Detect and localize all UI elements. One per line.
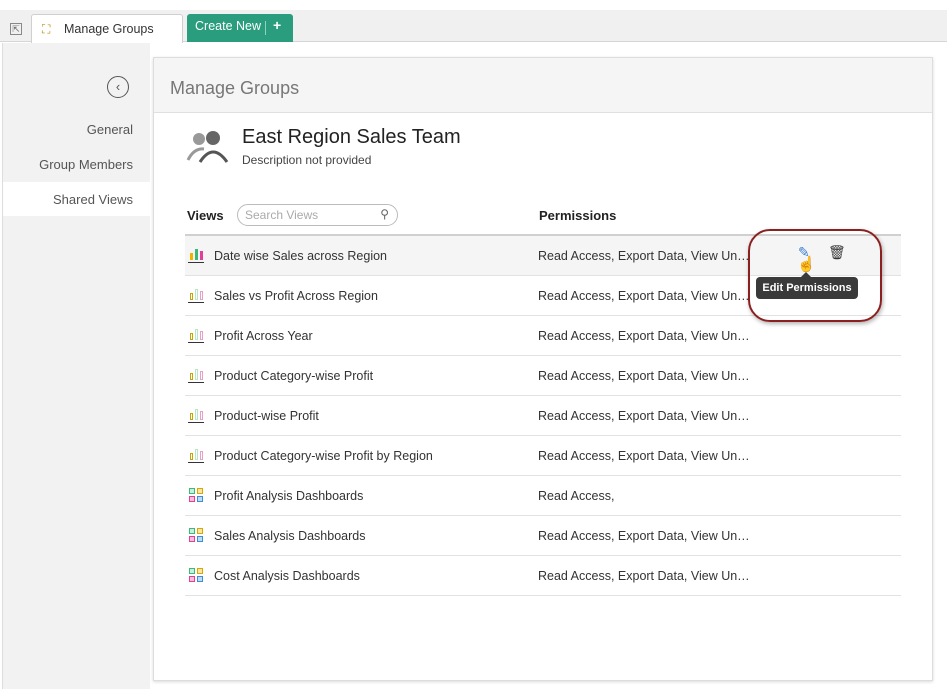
table-row[interactable]: Cost Analysis Dashboards Read Access, Ex…	[185, 556, 901, 596]
search-icon[interactable]: ⚲	[380, 207, 389, 221]
sidebar-item-general[interactable]: General	[87, 122, 133, 137]
table-row[interactable]: Profit Analysis Dashboards Read Access,	[185, 476, 901, 516]
chart-icon	[188, 288, 204, 303]
restore-icon[interactable]: ⇱	[10, 23, 22, 35]
add-dropdown-icon[interactable]: +	[273, 17, 281, 33]
groups-icon: ⛶	[42, 22, 51, 36]
view-name[interactable]: Date wise Sales across Region	[214, 249, 387, 263]
view-permissions: Read Access, Export Data, View Un…	[538, 249, 750, 263]
table-row[interactable]: Sales Analysis Dashboards Read Access, E…	[185, 516, 901, 556]
back-icon[interactable]: ‹	[107, 76, 129, 98]
delete-icon[interactable]: 🗑	[828, 244, 846, 261]
dashboard-icon	[188, 488, 204, 503]
create-new-label: Create New	[195, 19, 261, 33]
sidebar-item-group-members[interactable]: Group Members	[39, 157, 133, 172]
dashboard-icon	[188, 568, 204, 583]
panel-title: Manage Groups	[154, 58, 932, 113]
chart-icon	[188, 448, 204, 463]
tab-manage-groups[interactable]: ⛶ Manage Groups	[31, 14, 183, 43]
table-row[interactable]: Product-wise Profit Read Access, Export …	[185, 396, 901, 436]
highlight-callout	[748, 229, 882, 322]
view-name[interactable]: Product-wise Profit	[214, 409, 319, 423]
view-name[interactable]: Profit Across Year	[214, 329, 313, 343]
views-header: Views	[187, 208, 224, 223]
chart-icon	[188, 248, 204, 263]
view-name[interactable]: Profit Analysis Dashboards	[214, 489, 363, 503]
view-name[interactable]: Product Category-wise Profit	[214, 369, 373, 383]
view-name[interactable]: Product Category-wise Profit by Region	[214, 449, 433, 463]
view-name[interactable]: Cost Analysis Dashboards	[214, 569, 360, 583]
cursor-hand-icon: ☝	[797, 256, 816, 273]
divider	[265, 21, 266, 35]
search-placeholder: Search Views	[245, 208, 319, 222]
table-row[interactable]: Product Category-wise Profit by Region R…	[185, 436, 901, 476]
create-new-button[interactable]: Create New +	[187, 14, 293, 42]
group-name: East Region Sales Team	[242, 126, 461, 148]
manage-groups-panel: Manage Groups East Region Sales Team Des…	[153, 57, 933, 681]
chart-icon	[188, 408, 204, 423]
search-views-input[interactable]: Search Views ⚲	[237, 204, 398, 226]
sidebar-item-shared-views[interactable]: Shared Views	[53, 192, 133, 207]
chart-icon	[188, 328, 204, 343]
dashboard-icon	[188, 528, 204, 543]
view-name[interactable]: Sales Analysis Dashboards	[214, 529, 365, 543]
view-permissions: Read Access, Export Data, View Un…	[538, 569, 750, 583]
view-permissions: Read Access, Export Data, View Un…	[538, 409, 750, 423]
view-permissions: Read Access, Export Data, View Un…	[538, 449, 750, 463]
view-permissions: Read Access, Export Data, View Un…	[538, 289, 750, 303]
view-permissions: Read Access, Export Data, View Un…	[538, 529, 750, 543]
table-row[interactable]: Profit Across Year Read Access, Export D…	[185, 316, 901, 356]
view-permissions: Read Access, Export Data, View Un…	[538, 369, 750, 383]
view-permissions: Read Access,	[538, 489, 615, 503]
table-row[interactable]: Product Category-wise Profit Read Access…	[185, 356, 901, 396]
sidebar: ‹ General Group Members Shared Views	[2, 43, 151, 689]
group-description: Description not provided	[242, 153, 372, 167]
view-permissions: Read Access, Export Data, View Un…	[538, 329, 750, 343]
edit-permissions-tooltip: Edit Permissions	[756, 272, 858, 299]
permissions-header: Permissions	[539, 208, 617, 223]
tab-bar: ⇱ ⛶ Manage Groups Create New +	[0, 10, 947, 43]
tab-label: Manage Groups	[64, 22, 154, 36]
group-icon	[186, 131, 229, 163]
chart-icon	[188, 368, 204, 383]
view-name[interactable]: Sales vs Profit Across Region	[214, 289, 378, 303]
